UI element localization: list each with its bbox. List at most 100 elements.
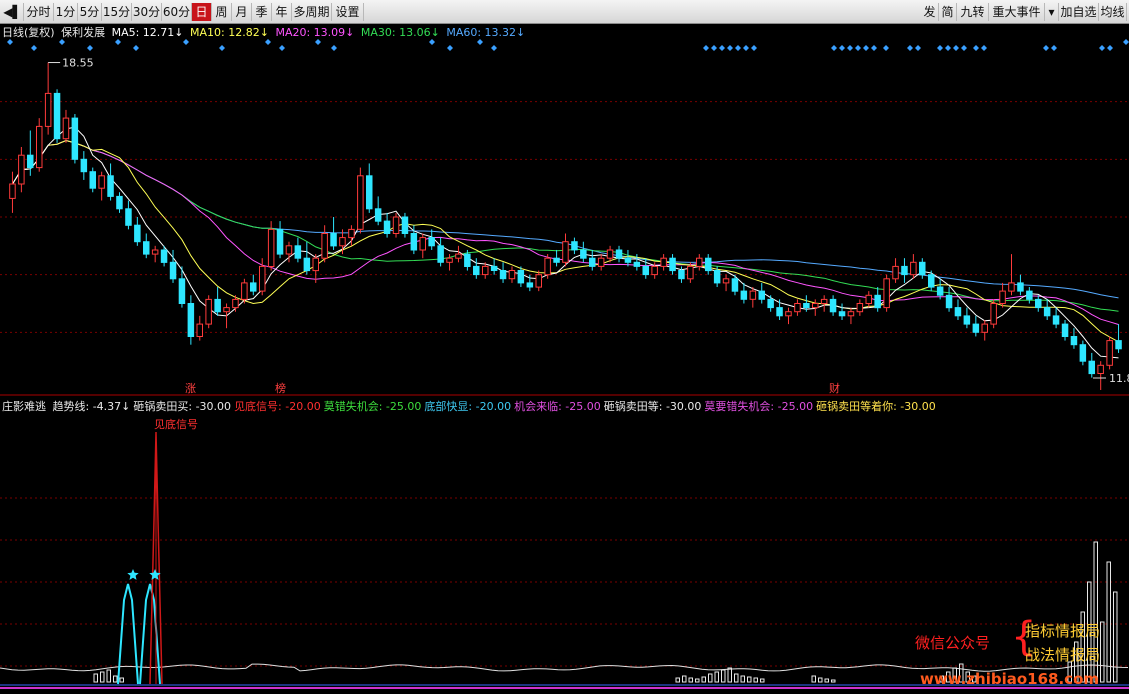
signal-diamond-marker [945, 45, 951, 51]
ma60-value: MA60: 13.32↓ [446, 26, 526, 39]
candle-down [27, 154, 34, 169]
candle-down [383, 220, 391, 235]
signal-diamond-marker [863, 45, 869, 51]
candle-up [865, 294, 872, 304]
candle-up [794, 303, 801, 313]
candle-down [178, 278, 186, 304]
candle-down [874, 294, 881, 309]
signal-diamond-marker [1099, 45, 1105, 51]
signal-diamond-marker [831, 45, 837, 51]
candle-down [963, 315, 971, 325]
candle-up [651, 265, 658, 276]
signal-diamond-marker [743, 45, 749, 51]
signal-diamond-marker [491, 45, 497, 51]
candle-down [214, 298, 221, 313]
indicator-bar [682, 675, 687, 683]
indicator-bar [695, 678, 700, 683]
candle-down [143, 241, 150, 255]
candle-up [419, 237, 426, 251]
indicator-bar [708, 673, 713, 683]
signal-diamond-marker [973, 45, 979, 51]
candle-down [642, 265, 649, 276]
candle-down [678, 270, 685, 280]
candle-down [374, 208, 382, 222]
candle-down [71, 117, 79, 160]
candle-down [758, 290, 765, 300]
candle-down [936, 286, 944, 296]
signal-diamond-marker [953, 45, 959, 51]
candle-down [401, 216, 409, 234]
indicator-value-4: 底部快显: -20.00 [424, 400, 512, 413]
indicator-header: 庄影难逃 趋势线: -4.37↓ 砸锅卖田买: -30.00 见底信号: -20.0… [2, 400, 939, 414]
candle-down [53, 92, 61, 140]
candle-up [455, 253, 462, 259]
candle-down [187, 303, 195, 337]
candle-down [1070, 336, 1078, 346]
indicator-bar [675, 677, 680, 683]
candle-down [615, 249, 623, 259]
event-marker: 榜 [275, 381, 286, 395]
candle-down [580, 249, 587, 259]
candle-down [160, 249, 168, 263]
candle-down [80, 158, 88, 173]
indicator-name[interactable]: 庄影难逃 [2, 400, 46, 413]
indicator-value-1: 砸锅卖田买: -30.00 [133, 400, 232, 413]
signal-diamond-marker [883, 45, 889, 51]
indicator-bar [747, 676, 752, 683]
candle-up [18, 154, 25, 185]
watermark-right-1: 指标情报局 [1025, 622, 1101, 640]
ma5-value: MA5: 12.71↓ [111, 26, 184, 39]
low-price-label: 11.8 [1109, 372, 1129, 385]
candle-down [125, 208, 132, 226]
indicator-value-8: 砸锅卖田等着你: -30.00 [816, 400, 936, 413]
candle-up [62, 117, 70, 140]
indicator-bar [714, 671, 719, 683]
candle-down [829, 298, 837, 313]
candle-up [562, 241, 569, 263]
candle-down [464, 253, 471, 268]
indicator-bar [753, 677, 758, 683]
candle-up [847, 311, 855, 317]
candle-down [776, 307, 783, 317]
candle-up [508, 270, 516, 280]
candle-down [473, 265, 480, 276]
candle-down [633, 261, 641, 267]
candle-up [883, 278, 890, 309]
indicator-bar [740, 675, 745, 683]
candle-up [597, 257, 605, 267]
signal-diamond-marker [915, 45, 921, 51]
candle-down [928, 274, 935, 288]
period-label[interactable]: 日线(复权) [2, 26, 55, 39]
candle-up [535, 274, 542, 288]
candle-down [972, 323, 980, 333]
indicator-bar [721, 669, 726, 683]
main-chart-header: 日线(复权) 保利发展 MA5: 12.71↓ MA10: 12.82↓ MA2… [2, 26, 528, 40]
candle-up [348, 228, 355, 239]
candle-up [196, 323, 203, 338]
signal-diamond-marker [735, 45, 741, 51]
candle-up [232, 298, 239, 309]
candle-up [312, 257, 319, 272]
signal-diamond-marker [711, 45, 717, 51]
candle-up [339, 237, 346, 247]
candle-down [499, 270, 507, 280]
ma20-line [12, 139, 1119, 325]
ma20-value: MA20: 13.09↓ [275, 26, 355, 39]
indicator-bar [1113, 591, 1118, 683]
candle-up [321, 233, 328, 259]
candle-up [241, 282, 248, 300]
candle-up [999, 290, 1006, 305]
candle-up [1097, 364, 1104, 374]
indicator-value-3: 莫错失机会: -25.00 [323, 400, 422, 413]
indicator-bar [113, 675, 118, 683]
candle-up [98, 175, 105, 189]
signal-diamond-marker [279, 45, 285, 51]
indicator-bar [734, 673, 739, 683]
indicator-bar [818, 677, 823, 683]
signal-diamond-marker [719, 45, 725, 51]
candle-down [1043, 307, 1051, 317]
indicator-value-6: 砸锅卖田等: -30.00 [603, 400, 702, 413]
signal-diamond-marker [31, 45, 37, 51]
indicator-bar [760, 678, 765, 683]
candle-up [544, 257, 551, 276]
